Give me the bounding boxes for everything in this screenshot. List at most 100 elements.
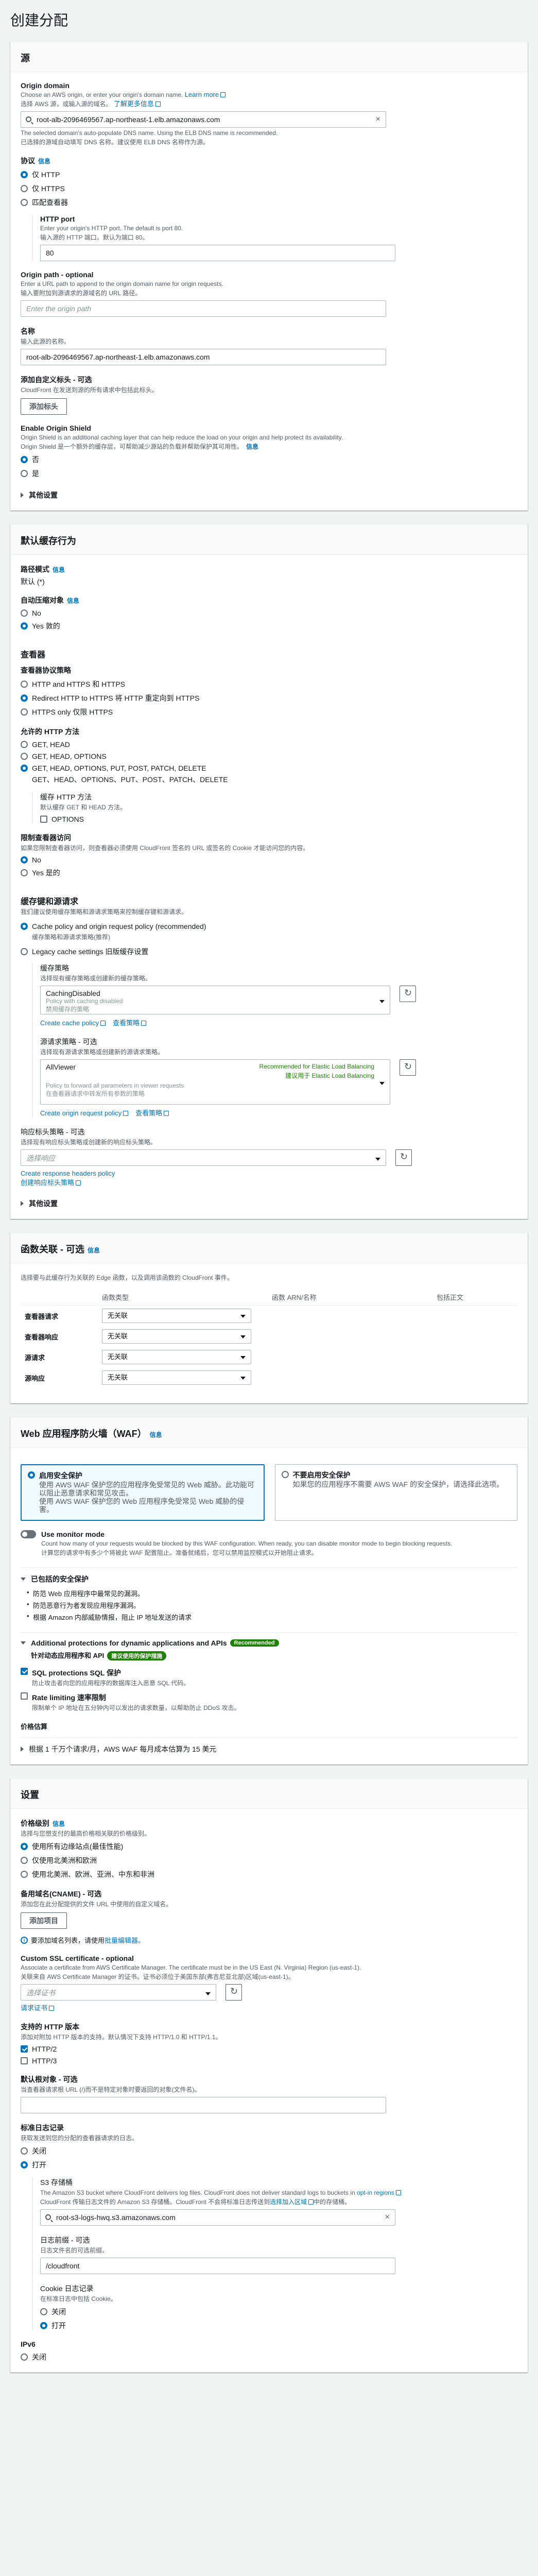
price-estimate[interactable]: 根据 1 千万个请求/月，AWS WAF 每月成本估算为 15 美元	[21, 1744, 517, 1754]
waf-info-link[interactable]: 信息	[150, 1431, 162, 1438]
refresh-rhp-button[interactable]	[395, 1149, 412, 1166]
cookie-off[interactable]: 关闭	[40, 2307, 517, 2317]
refresh-orp-button[interactable]	[400, 1059, 416, 1076]
price-na-eu[interactable]: 仅使用北美洲和欧洲	[21, 1855, 517, 1866]
radio-icon[interactable]	[21, 2161, 28, 2168]
compress-info-link[interactable]: 信息	[67, 597, 79, 604]
logging-off[interactable]: 关闭	[21, 2146, 517, 2156]
shield-info-link[interactable]: 信息	[246, 443, 258, 450]
methods-get-head[interactable]: GET, HEAD	[21, 740, 517, 749]
refresh-cache-policy-button[interactable]	[400, 986, 416, 1002]
behavior-additional-settings[interactable]: 其他设置	[21, 1198, 517, 1209]
compress-no[interactable]: No	[21, 609, 517, 617]
price-na-eu-asia[interactable]: 使用北美洲、欧洲、亚洲、中东和非洲	[21, 1869, 517, 1879]
checkbox-icon[interactable]	[40, 816, 47, 823]
add-item-button[interactable]: 添加项目	[21, 1912, 67, 1929]
protocol-http-only[interactable]: 仅 HTTP	[21, 170, 517, 180]
protocol-match-viewer[interactable]: 匹配查看器	[21, 197, 517, 208]
view-orp-link[interactable]: 查看策略	[135, 1109, 162, 1117]
log-prefix-input[interactable]: /cloudfront	[40, 2258, 395, 2274]
radio-icon[interactable]	[21, 1871, 28, 1878]
sql-protection-checkbox[interactable]: SQL protections SQL 保护 防止攻击者向您的应用程序的数据库注入…	[21, 1668, 517, 1687]
methods-all[interactable]: GET, HEAD, OPTIONS, PUT, POST, PATCH, DE…	[21, 764, 517, 772]
methods-get-head-options[interactable]: GET, HEAD, OPTIONS	[21, 752, 517, 760]
http2-checkbox[interactable]: HTTP/2	[21, 2045, 517, 2053]
add-header-button[interactable]: 添加标头	[21, 398, 67, 415]
radio-icon[interactable]	[21, 199, 28, 206]
create-rhp-link-zh[interactable]: 创建响应标头策略	[21, 1179, 74, 1187]
function-type-select[interactable]: 无关联	[102, 1350, 251, 1364]
radio-icon[interactable]	[21, 171, 28, 178]
create-cache-policy-link[interactable]: Create cache policy	[40, 1019, 99, 1027]
ssl-select[interactable]: 选择证书	[21, 1984, 216, 2001]
radio-icon[interactable]	[21, 681, 28, 688]
radio-icon[interactable]	[21, 2353, 28, 2361]
radio-icon[interactable]	[21, 869, 28, 876]
origin-path-input[interactable]: Enter the origin path	[21, 300, 386, 317]
opt-in-regions-link-zh[interactable]: 选择加入区域	[270, 2198, 307, 2206]
compress-yes[interactable]: Yes 敦的	[21, 621, 517, 631]
radio-icon[interactable]	[21, 708, 28, 716]
view-cache-policy-link[interactable]: 查看策略	[113, 1019, 140, 1027]
checkbox-icon[interactable]	[21, 1668, 28, 1675]
vpp-http-https[interactable]: HTTP and HTTPS 和 HTTPS	[21, 679, 517, 689]
ipv6-off[interactable]: 关闭	[21, 2352, 517, 2362]
radio-icon[interactable]	[21, 923, 28, 930]
cache-policy-select[interactable]: CachingDisabled Policy with caching disa…	[40, 986, 390, 1014]
restrict-yes[interactable]: Yes 是的	[21, 868, 517, 878]
functions-info-link[interactable]: 信息	[88, 1247, 100, 1254]
radio-icon[interactable]	[21, 741, 28, 748]
radio-icon[interactable]	[21, 948, 28, 955]
restrict-no[interactable]: No	[21, 856, 517, 864]
create-rhp-link[interactable]: Create response headers policy	[21, 1170, 115, 1177]
protocol-info-link[interactable]: 信息	[38, 158, 50, 165]
function-type-select[interactable]: 无关联	[102, 1370, 251, 1385]
shield-yes[interactable]: 是	[21, 468, 517, 479]
price-info-link[interactable]: 信息	[53, 1820, 65, 1827]
clear-icon[interactable]: ×	[385, 2210, 390, 2225]
radio-icon[interactable]	[21, 470, 28, 477]
radio-icon[interactable]	[21, 1843, 28, 1850]
root-object-input[interactable]	[21, 2097, 386, 2113]
radio-icon[interactable]	[21, 694, 28, 702]
cookie-on[interactable]: 打开	[40, 2320, 517, 2331]
radio-icon[interactable]	[21, 622, 28, 630]
shield-no[interactable]: 否	[21, 454, 517, 465]
radio-icon[interactable]	[281, 1471, 289, 1478]
checkbox-icon[interactable]	[21, 2045, 28, 2053]
vpp-https-only[interactable]: HTTPS only 仅限 HTTPS	[21, 707, 517, 717]
rhp-select[interactable]: 选择响应	[21, 1149, 386, 1166]
radio-icon[interactable]	[21, 1857, 28, 1864]
bulk-editor-link[interactable]: 批量编辑器。	[105, 1935, 145, 1945]
additional-protections[interactable]: Additional protections for dynamic appli…	[21, 1639, 517, 1647]
radio-icon[interactable]	[21, 609, 28, 617]
function-type-select[interactable]: 无关联	[102, 1309, 251, 1323]
checkbox-icon[interactable]	[21, 1692, 28, 1700]
checkbox-icon[interactable]	[21, 2057, 28, 2064]
radio-icon[interactable]	[21, 753, 28, 760]
radio-icon[interactable]	[21, 185, 28, 192]
opt-in-regions-link[interactable]: opt-in regions	[357, 2189, 394, 2196]
waf-enable-card[interactable]: 启用安全保护 使用 AWS WAF 保护您的应用程序免受常见的 Web 威胁。此功…	[21, 1464, 265, 1521]
monitor-mode-toggle[interactable]	[21, 1530, 36, 1538]
origin-domain-input[interactable]: root-alb-2096469567.ap-northeast-1.elb.a…	[21, 111, 386, 128]
origin-additional-settings[interactable]: 其他设置	[21, 490, 517, 500]
waf-disable-card[interactable]: 不要启用安全保护 如果您的应用程序不需要 AWS WAF 的安全保护，请选择此选项…	[274, 1464, 517, 1521]
radio-icon[interactable]	[40, 2308, 47, 2315]
path-info-link[interactable]: 信息	[53, 566, 65, 573]
function-type-select[interactable]: 无关联	[102, 1329, 251, 1344]
price-all[interactable]: 使用所有边缘站点(最佳性能)	[21, 1841, 517, 1852]
radio-icon[interactable]	[21, 765, 28, 772]
origin-name-input[interactable]: root-alb-2096469567.ap-northeast-1.elb.a…	[21, 349, 386, 365]
s3-bucket-input[interactable]: root-s3-logs-hwq.s3.amazonaws.com ×	[40, 2209, 395, 2226]
http-port-input[interactable]: 80	[40, 245, 395, 261]
refresh-ssl-button[interactable]	[225, 1984, 242, 2001]
cache-options-checkbox[interactable]: OPTIONS	[40, 815, 517, 823]
key-policy-option[interactable]: Cache policy and origin request policy (…	[21, 922, 517, 930]
radio-icon[interactable]	[21, 456, 28, 463]
learn-more-link[interactable]: Learn more	[185, 91, 219, 98]
radio-icon[interactable]	[40, 2322, 47, 2329]
radio-icon[interactable]	[28, 1471, 35, 1479]
protocol-https-only[interactable]: 仅 HTTPS	[21, 183, 517, 194]
create-orp-link[interactable]: Create origin request policy	[40, 1109, 122, 1117]
